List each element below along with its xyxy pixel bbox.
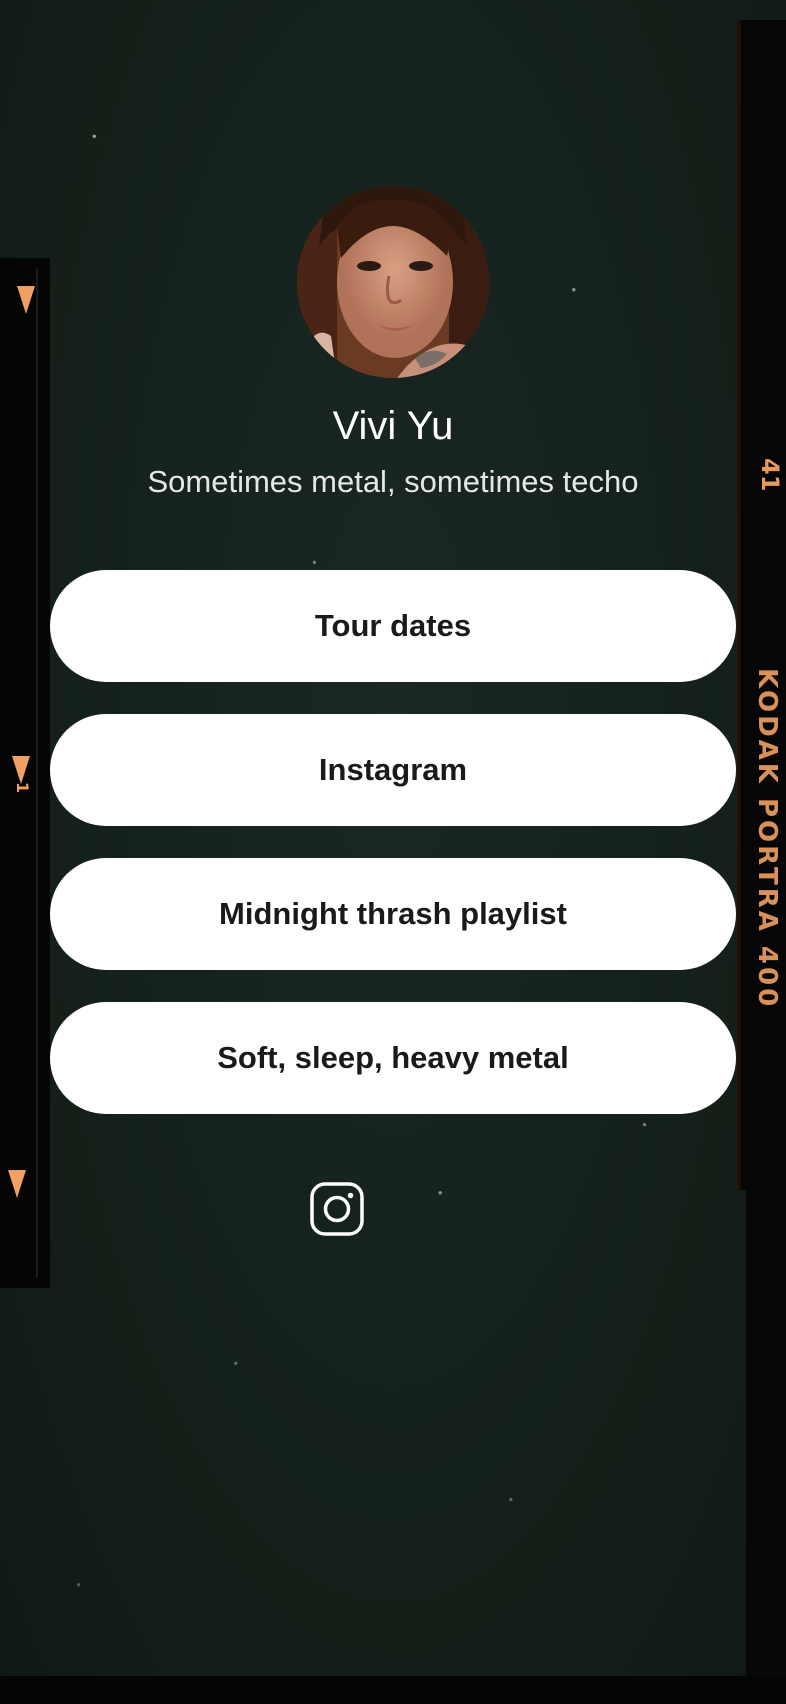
profile-name: Vivi Yu — [332, 404, 454, 448]
link-list: Tour dates Instagram Midnight thrash pla… — [50, 570, 736, 1146]
link-button-soft-sleep-heavy-metal[interactable]: Soft, sleep, heavy metal — [50, 1002, 736, 1114]
link-in-bio-page: 1 41 KODAK PORTRA 400 Vivi Yu Sometimes … — [0, 0, 786, 1704]
avatar-photo — [297, 186, 489, 378]
link-button-instagram[interactable]: Instagram — [50, 714, 736, 826]
film-strip-bottom — [0, 1676, 786, 1704]
instagram-icon[interactable] — [310, 1182, 364, 1236]
film-triangle-marker — [8, 1170, 26, 1198]
film-brand-text: KODAK PORTRA 400 — [752, 668, 782, 1010]
link-button-midnight-thrash-playlist[interactable]: Midnight thrash playlist — [50, 858, 736, 970]
film-strip-right-lower — [746, 1190, 786, 1704]
film-strip-right — [738, 20, 786, 1190]
film-frame-marker: 1 — [13, 782, 32, 794]
link-button-tour-dates[interactable]: Tour dates — [50, 570, 736, 682]
profile-bio: Sometimes metal, sometimes techo — [147, 464, 639, 499]
avatar — [297, 186, 489, 378]
film-triangle-marker — [12, 756, 30, 784]
film-triangle-marker — [17, 286, 35, 314]
